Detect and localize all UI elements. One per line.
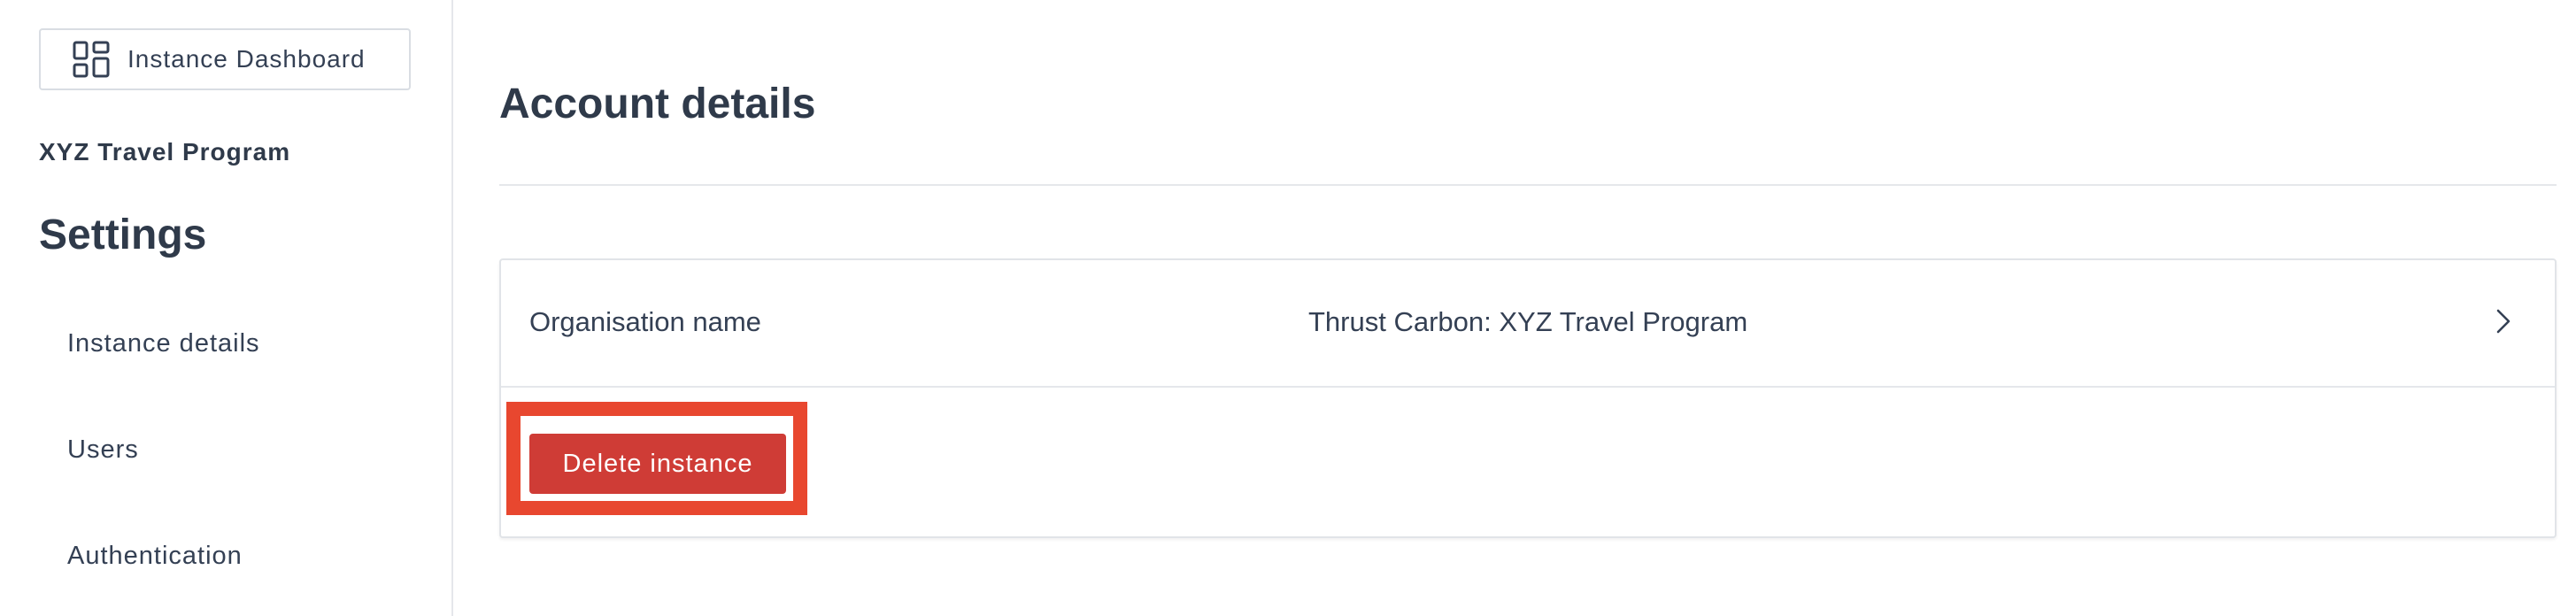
sidebar-item-authentication[interactable]: Authentication [67,542,243,571]
account-details-card: Organisation name Thrust Carbon: XYZ Tra… [499,258,2557,538]
page-title: Account details [499,81,816,127]
dashboard-grid-icon [73,41,110,78]
chevron-right-icon [2489,308,2516,335]
title-divider [499,184,2557,186]
organisation-name-value: Thrust Carbon: XYZ Travel Program [1308,306,1748,337]
settings-heading: Settings [39,212,207,258]
organisation-name-row[interactable]: Organisation name Thrust Carbon: XYZ Tra… [501,260,2555,388]
sidebar-item-users[interactable]: Users [67,435,139,465]
app-root: Instance Dashboard XYZ Travel Program Se… [0,0,2576,616]
program-name: XYZ Travel Program [39,138,291,166]
sidebar: Instance Dashboard XYZ Travel Program Se… [0,0,453,616]
instance-dashboard-button[interactable]: Instance Dashboard [39,28,411,90]
delete-instance-button[interactable]: Delete instance [529,434,786,494]
organisation-name-label: Organisation name [529,306,761,337]
instance-dashboard-label: Instance Dashboard [127,45,366,73]
sidebar-item-instance-details[interactable]: Instance details [67,329,260,358]
